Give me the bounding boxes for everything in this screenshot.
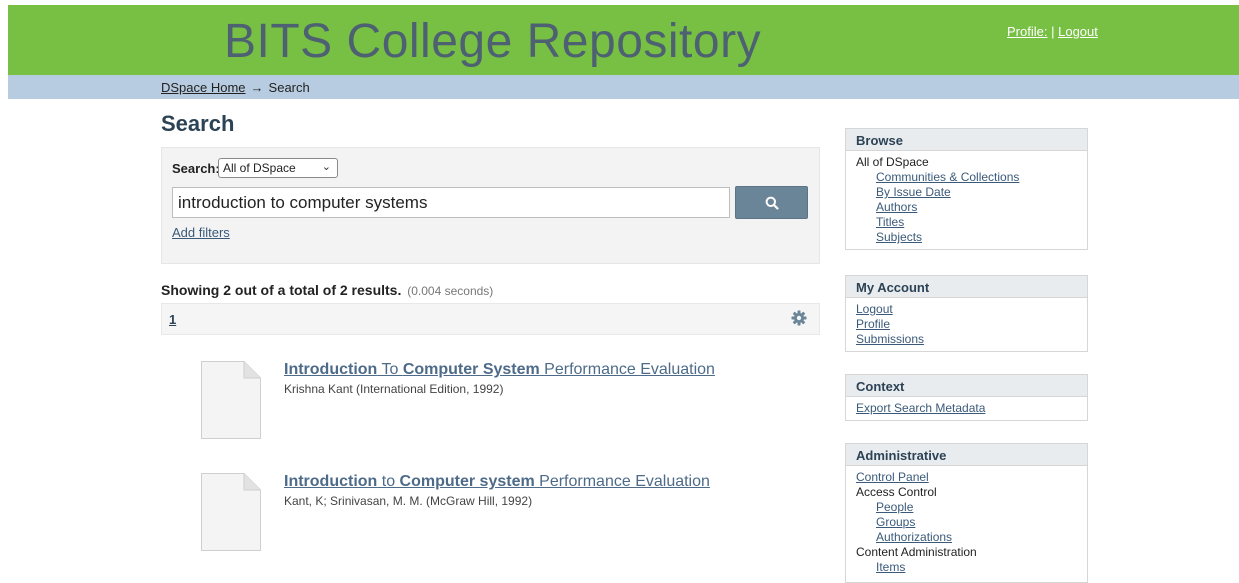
access-control-label: Access Control [856, 485, 937, 499]
browse-subjects-link[interactable]: Subjects [876, 230, 1077, 245]
result-item: Introduction To Computer System Performa… [200, 360, 840, 440]
gear-icon[interactable] [791, 310, 807, 326]
sidebar-context-heading: Context [846, 375, 1087, 397]
sidebar-my-account: My Account Logout Profile Submissions [845, 275, 1088, 352]
account-profile-link[interactable]: Profile [856, 317, 1077, 332]
search-button[interactable] [735, 186, 808, 219]
result-title-link[interactable]: Introduction to Computer system Performa… [284, 473, 710, 491]
result-metadata: Kant, K; Srinivasan, M. M. (McGraw Hill,… [284, 494, 533, 508]
account-logout-link[interactable]: Logout [856, 302, 1077, 317]
breadcrumb-home[interactable]: DSpace Home [161, 80, 246, 95]
result-title-highlight: Computer system [399, 473, 535, 490]
result-title-highlight: Introduction [284, 361, 378, 378]
browse-titles-link[interactable]: Titles [876, 215, 1077, 230]
search-scope-label: Search: [172, 161, 220, 176]
page-number-link[interactable]: 1 [169, 312, 176, 327]
user-links: Profile: | Logout [1007, 24, 1098, 39]
authorizations-link[interactable]: Authorizations [876, 530, 1077, 545]
profile-link[interactable]: Profile: [1007, 24, 1047, 39]
search-input[interactable]: introduction to computer systems [172, 187, 730, 218]
breadcrumb-arrow: → [250, 80, 264, 95]
export-search-metadata-link[interactable]: Export Search Metadata [856, 401, 1077, 416]
document-thumbnail-icon[interactable] [200, 472, 262, 552]
sidebar-account-heading: My Account [846, 276, 1087, 298]
search-scope-value: All of DSpace [223, 161, 296, 175]
sidebar-admin-heading: Administrative [846, 444, 1087, 466]
user-links-separator: | [1051, 24, 1055, 39]
document-thumbnail-icon[interactable] [200, 360, 262, 440]
chevron-down-icon: ⌄ [321, 161, 331, 173]
result-title-text: To [377, 361, 403, 378]
result-metadata: Krishna Kant (International Edition, 199… [284, 382, 504, 396]
sidebar-administrative: Administrative Control Panel Access Cont… [845, 443, 1088, 583]
page-title: Search [161, 111, 235, 136]
browse-issue-date-link[interactable]: By Issue Date [876, 185, 1077, 200]
pager-bar: 1 [161, 303, 820, 335]
search-scope-select[interactable]: All of DSpace ⌄ [218, 158, 338, 178]
results-count-text: Showing 2 out of a total of 2 results. [161, 282, 402, 298]
result-title-text: Performance Evaluation [539, 361, 715, 378]
results-time: (0.004 seconds) [407, 284, 494, 298]
breadcrumb-bar: DSpace Home → Search [8, 75, 1239, 99]
breadcrumb: DSpace Home → Search [161, 80, 310, 95]
result-title-highlight: Computer System [402, 361, 540, 378]
result-title-highlight: Introduction [284, 473, 378, 490]
browse-authors-link[interactable]: Authors [876, 200, 1077, 215]
control-panel-link[interactable]: Control Panel [856, 470, 1077, 485]
search-panel: Search: All of DSpace ⌄ introduction to … [161, 147, 820, 264]
sidebar-browse: Browse All of DSpace Communities & Colle… [845, 128, 1088, 250]
results-summary: Showing 2 out of a total of 2 results. (… [161, 282, 493, 298]
logout-link[interactable]: Logout [1058, 24, 1098, 39]
breadcrumb-current: Search [268, 80, 310, 95]
result-title-text: to [377, 473, 400, 490]
sidebar-context: Context Export Search Metadata [845, 374, 1088, 421]
result-title-text: Performance Evaluation [534, 473, 710, 490]
site-header: BITS College Repository Profile: | Logou… [8, 5, 1239, 75]
browse-communities-link[interactable]: Communities & Collections [876, 170, 1077, 185]
account-submissions-link[interactable]: Submissions [856, 332, 1077, 347]
site-title[interactable]: BITS College Repository [224, 11, 761, 73]
add-filters-link[interactable]: Add filters [172, 225, 230, 240]
people-link[interactable]: People [876, 500, 1077, 515]
browse-group-label: All of DSpace [856, 155, 929, 169]
groups-link[interactable]: Groups [876, 515, 1077, 530]
search-icon [765, 196, 779, 210]
sidebar-browse-heading: Browse [846, 129, 1087, 151]
result-item: Introduction to Computer system Performa… [200, 472, 840, 552]
result-title-link[interactable]: Introduction To Computer System Performa… [284, 361, 715, 379]
content-administration-label: Content Administration [856, 545, 977, 559]
items-link[interactable]: Items [876, 560, 1077, 575]
